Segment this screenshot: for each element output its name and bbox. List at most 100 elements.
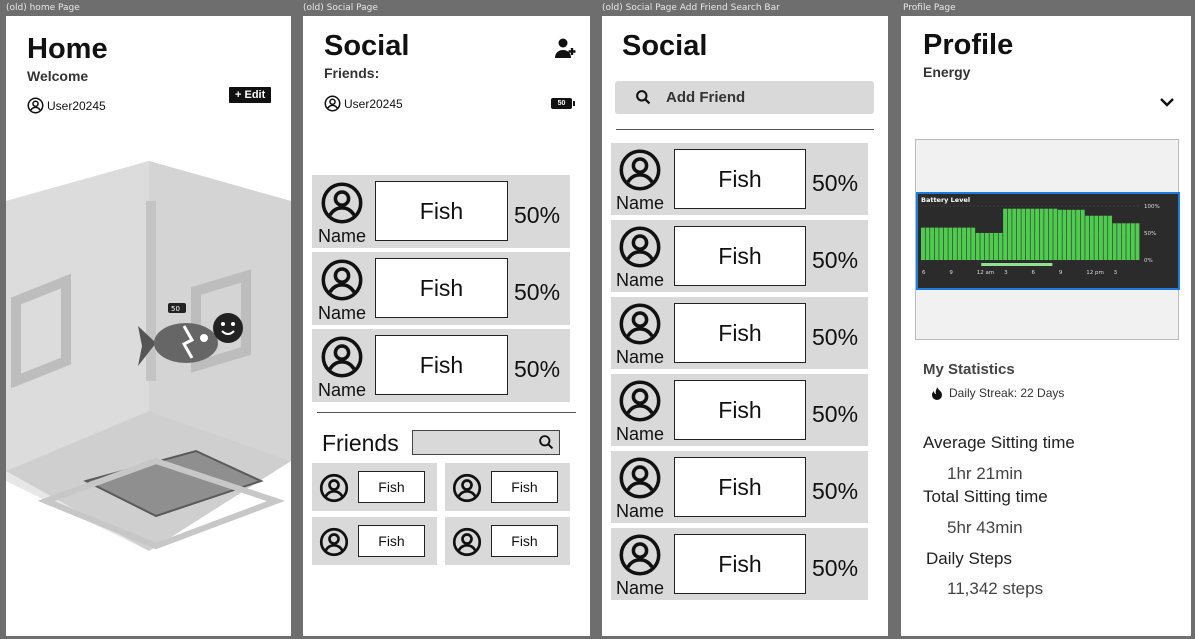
friends-heading: Friends xyxy=(322,430,399,456)
profile-page: Profile Energy Battery Level 100% 50% 0% 6… xyxy=(901,16,1191,636)
friend-energy: 50% xyxy=(812,247,859,273)
friend-card[interactable]: Name Fish 50% xyxy=(611,220,868,292)
stat-label: Average Sitting time xyxy=(923,433,1075,452)
chart-bar xyxy=(1080,209,1085,260)
friend-pet: Fish xyxy=(674,534,806,594)
avatar-icon xyxy=(319,527,349,557)
social-page: Social Friends: User20245 50 Name Fish 5… xyxy=(303,16,590,636)
user-chip[interactable]: User20245 xyxy=(324,95,403,112)
friend-card[interactable]: Name Fish 50% xyxy=(312,329,570,402)
chart-bar xyxy=(1108,215,1113,260)
page-subtitle: Welcome xyxy=(27,68,89,84)
friend-name: Name xyxy=(318,226,367,246)
friend-pet: Fish xyxy=(491,471,558,503)
chart-bar xyxy=(1053,208,1058,260)
friend-tile[interactable]: Fish xyxy=(312,517,437,565)
friend-pet: Fish xyxy=(674,226,806,286)
chart-bar xyxy=(952,227,957,260)
frame-label-social: (old) Social Page xyxy=(303,3,378,13)
avatar-icon xyxy=(619,457,661,499)
edit-button[interactable]: + Edit xyxy=(229,87,272,103)
friend-card[interactable]: Name Fish 50% xyxy=(611,143,868,215)
chart-ytick-label: 50% xyxy=(1144,231,1156,237)
chart-bar xyxy=(1016,208,1021,260)
chart-xtick-label: 6 xyxy=(1032,270,1036,276)
chart-bar xyxy=(998,233,1003,260)
chart-bar xyxy=(1130,223,1135,260)
user-icon xyxy=(324,95,341,112)
friend-tile[interactable]: Fish xyxy=(445,463,570,511)
username: User20245 xyxy=(47,98,106,113)
chart-bar xyxy=(934,227,939,260)
friend-pet: Fish xyxy=(375,258,508,318)
chart-bar xyxy=(1135,223,1140,260)
avatar-icon xyxy=(619,226,661,268)
chart-bar xyxy=(1103,215,1108,260)
chart-bar xyxy=(984,233,989,260)
chart-xtick-label: 9 xyxy=(1059,270,1063,276)
username: User20245 xyxy=(344,96,403,111)
energy-chart-panel: Battery Level 100% 50% 0% 6 9 12 am 3 6 9 12 pm 3 xyxy=(915,139,1180,340)
chevron-down-icon[interactable] xyxy=(1159,96,1175,108)
user-chip[interactable]: User20245 xyxy=(27,97,106,114)
chart-bar xyxy=(1085,215,1090,260)
chart-bar xyxy=(1121,223,1126,260)
page-title: Profile xyxy=(923,29,1014,61)
friend-name: Name xyxy=(318,303,367,323)
avatar-icon xyxy=(321,336,363,378)
chart-bar xyxy=(1057,209,1062,260)
avatar-icon xyxy=(452,473,482,503)
chart-bar xyxy=(1021,208,1026,260)
search-icon[interactable] xyxy=(538,434,555,451)
friend-energy: 50% xyxy=(812,401,859,427)
add-friend-search-bar[interactable]: Add Friend xyxy=(615,81,874,114)
home-page: Home Welcome User20245 + Edit 50 xyxy=(6,16,291,636)
friend-pet: Fish xyxy=(674,457,806,517)
avatar-icon xyxy=(321,259,363,301)
chart-bar xyxy=(989,233,994,260)
friend-energy: 50% xyxy=(514,202,561,228)
social-search-page: Social Add Friend Name Fish 50% Name Fis… xyxy=(602,16,888,636)
chart-bar xyxy=(1003,208,1008,260)
friend-energy: 50% xyxy=(812,478,859,504)
friend-card[interactable]: Name Fish 50% xyxy=(312,252,570,325)
friends-search-input[interactable] xyxy=(412,430,560,455)
friend-tile[interactable]: Fish xyxy=(445,517,570,565)
chart-xtick-label: 12 am xyxy=(977,270,994,276)
chart-bar xyxy=(948,227,953,260)
friend-name: Name xyxy=(616,578,665,598)
friend-card[interactable]: Name Fish 50% xyxy=(312,175,570,248)
friend-card[interactable]: Name Fish 50% xyxy=(611,297,868,369)
page-subtitle: Energy xyxy=(923,64,971,80)
page-title: Social xyxy=(622,30,708,62)
avatar-icon xyxy=(319,473,349,503)
friend-pet: Fish xyxy=(358,525,425,557)
friend-card[interactable]: Name Fish 50% xyxy=(611,451,868,523)
chart-bar xyxy=(1025,208,1030,260)
search-icon xyxy=(636,90,651,105)
friend-pet: Fish xyxy=(375,181,508,241)
add-friend-icon[interactable] xyxy=(553,36,577,60)
chart-bar xyxy=(1112,223,1117,260)
frame-label-profile: Profile Page xyxy=(903,3,956,13)
friend-energy: 50% xyxy=(514,279,561,305)
chart-bar xyxy=(1039,208,1044,260)
friend-card[interactable]: Name Fish 50% xyxy=(611,528,868,600)
chart-bar xyxy=(975,233,980,260)
chart-bar xyxy=(1062,209,1067,260)
chart-bar xyxy=(1044,208,1049,260)
friend-name: Name xyxy=(616,501,665,521)
avatar-icon xyxy=(452,527,482,557)
chart-bar xyxy=(1071,209,1076,260)
friend-tile[interactable]: Fish xyxy=(312,463,437,511)
chart-bar xyxy=(966,227,971,260)
friend-pet: Fish xyxy=(674,149,806,209)
chart-bar xyxy=(1067,209,1071,260)
friend-pet: Fish xyxy=(375,335,508,395)
friend-pet: Fish xyxy=(491,525,558,557)
chart-ytick-label: 100% xyxy=(1144,204,1160,210)
chart-xtick-label: 12 pm xyxy=(1086,270,1104,276)
friend-card[interactable]: Name Fish 50% xyxy=(611,374,868,446)
frame-label-social-search: (old) Social Page Add Friend Search Bar xyxy=(602,3,780,13)
streak-text: Daily Streak: 22 Days xyxy=(949,386,1065,400)
